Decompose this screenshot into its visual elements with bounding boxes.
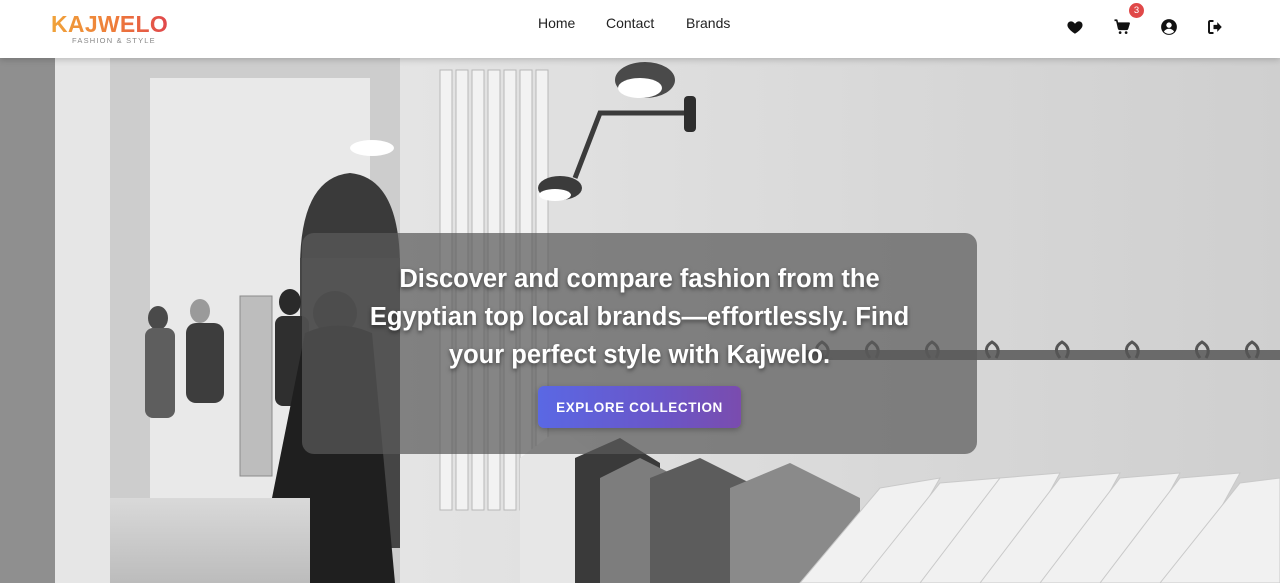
hero-headline-line: Egyptian top local brands—effortlessly. … [369, 303, 910, 331]
cart-count-badge: 3 [1129, 3, 1144, 18]
nav-home[interactable]: Home [538, 15, 575, 31]
hero-text-panel: Discover and compare fashion from the Eg… [302, 233, 977, 454]
cart-icon[interactable] [1113, 18, 1133, 38]
site-header: KAJWELO FASHION & STYLE Home Contact Bra… [0, 0, 1280, 58]
sign-out-icon[interactable] [1206, 18, 1226, 38]
nav-brands[interactable]: Brands [686, 15, 730, 31]
header-icons [1066, 18, 1226, 42]
nav-contact[interactable]: Contact [606, 15, 654, 31]
hero-headline-line: Discover and compare fashion from the [399, 265, 880, 293]
explore-collection-button[interactable]: EXPLORE COLLECTION [538, 386, 741, 428]
hero-headline: Discover and compare fashion from the Eg… [302, 260, 977, 374]
logo[interactable]: KAJWELO FASHION & STYLE [51, 12, 168, 45]
hero-banner: Discover and compare fashion from the Eg… [0, 58, 1280, 583]
logo-tagline: FASHION & STYLE [72, 36, 156, 45]
user-circle-icon[interactable] [1160, 18, 1180, 38]
logo-wordmark: KAJWELO [51, 11, 169, 37]
heart-icon[interactable] [1066, 18, 1086, 38]
hero-headline-line: your perfect style with Kajwelo. [448, 341, 831, 369]
